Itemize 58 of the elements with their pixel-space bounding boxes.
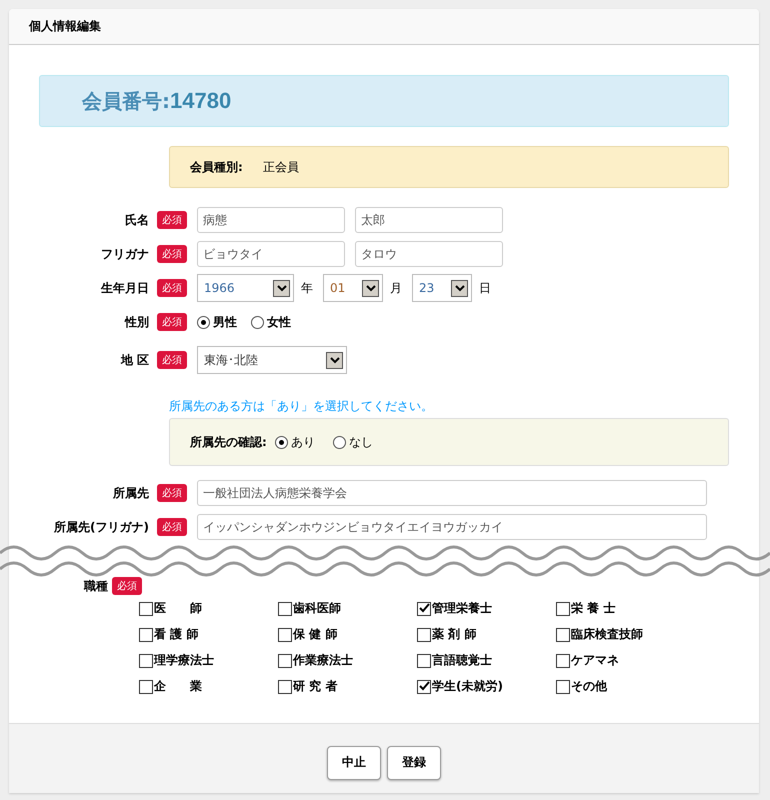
checkbox-option[interactable]: 理学療法士 — [139, 652, 278, 669]
form-button[interactable]: 登録 — [387, 746, 441, 780]
checkbox-option[interactable]: 医 師 — [139, 600, 278, 617]
checkbox-option[interactable]: 歯科医師 — [278, 600, 417, 617]
checkbox-option[interactable]: 研 究 者 — [278, 678, 417, 695]
input-field[interactable]: イッパンシャダンホウジンビョウタイエイヨウガッカイ — [197, 514, 707, 540]
radio-option[interactable]: 男性 — [197, 314, 237, 330]
field-label: 地 区 — [120, 352, 149, 368]
checkbox-option[interactable]: 言語聴覚士 — [417, 652, 556, 669]
unit-label: 年 — [301, 280, 313, 296]
radio-option[interactable]: 女性 — [251, 314, 291, 330]
checkbox-option[interactable]: 栄 養 士 — [556, 600, 695, 617]
required-badge: 必須 — [157, 313, 187, 331]
input-field[interactable]: 太郎 — [355, 207, 503, 233]
window-title: 個人情報編集 — [29, 18, 101, 35]
year-dropdown[interactable]: 1966 — [197, 274, 294, 302]
member-type-value: 正会員 — [262, 158, 299, 176]
confirm-label: 所属先の確認: — [190, 434, 267, 450]
hint-text: 所属先のある方は「あり」を選択してください。 — [169, 398, 434, 415]
member-number-label: 会員番号: — [82, 88, 170, 114]
checkbox-option[interactable]: 保 健 師 — [278, 626, 417, 643]
required-badge: 必須 — [157, 279, 187, 297]
field-label: 氏名 — [124, 212, 149, 228]
checkbox-option[interactable]: 臨床検査技師 — [556, 626, 695, 643]
field-label: 所属先(フリガナ) — [53, 518, 149, 536]
required-badge: 必須 — [157, 351, 187, 369]
region-dropdown[interactable]: 東海･北陸 — [197, 346, 347, 374]
input-field[interactable]: 一般社団法人病態栄養学会 — [197, 480, 707, 506]
required-badge: 必須 — [157, 245, 187, 263]
checkbox-option[interactable]: 企 業 — [139, 678, 278, 695]
checkbox-option[interactable]: 管理栄養士 — [417, 600, 556, 617]
field-label: 職種 — [84, 578, 108, 594]
checkbox-option[interactable]: 作業療法士 — [278, 652, 417, 669]
member-type-label: 会員種別: — [190, 158, 243, 176]
day-dropdown[interactable]: 23 — [412, 274, 472, 302]
unit-label: 月 — [390, 280, 402, 296]
radio-option[interactable]: なし — [332, 434, 373, 450]
required-badge: 必須 — [112, 577, 142, 595]
field-label: 生年月日 — [100, 280, 149, 296]
checkbox-option[interactable]: その他 — [556, 678, 695, 695]
month-dropdown[interactable]: 01 — [323, 274, 383, 302]
checkbox-option[interactable]: ケアマネ — [556, 652, 695, 669]
field-label: フリガナ — [100, 246, 149, 262]
input-field[interactable]: 病態 — [197, 207, 345, 233]
input-field[interactable]: タロウ — [355, 241, 503, 267]
field-label: 所属先 — [112, 484, 149, 502]
checkbox-option[interactable]: 学生(未就労) — [417, 678, 556, 695]
checkbox-option[interactable]: 看 護 師 — [139, 626, 278, 643]
input-field[interactable]: ビョウタイ — [197, 241, 345, 267]
field-label: 性別 — [124, 314, 149, 330]
required-badge: 必須 — [157, 518, 187, 536]
unit-label: 日 — [479, 280, 491, 296]
required-badge: 必須 — [157, 211, 187, 229]
member-number: 14780 — [170, 88, 232, 114]
form-button[interactable]: 中止 — [327, 746, 381, 780]
checkbox-option[interactable]: 薬 剤 師 — [417, 626, 556, 643]
radio-option[interactable]: あり — [274, 434, 315, 450]
required-badge: 必須 — [157, 484, 187, 502]
